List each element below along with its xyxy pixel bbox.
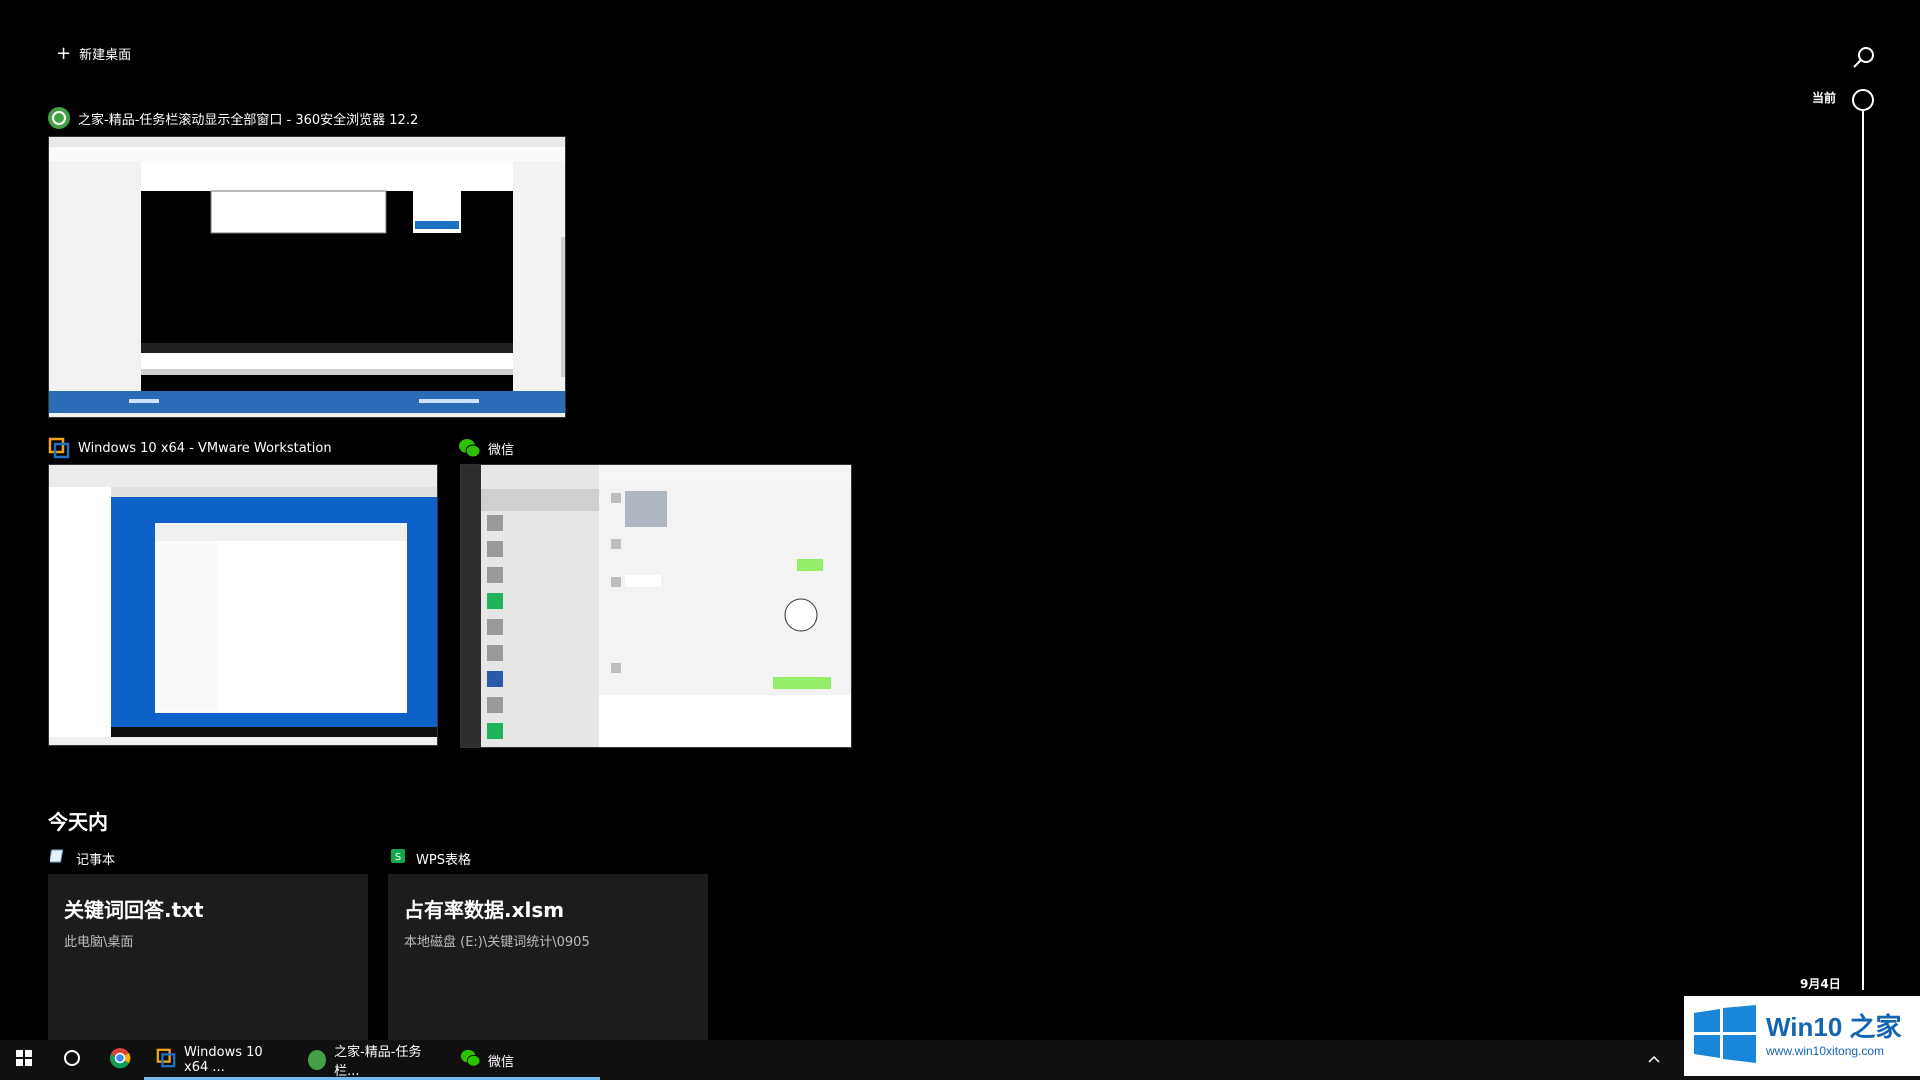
activity-app-label: 记事本 [76, 852, 116, 868]
taskbar-app-label: 之家-精品-任务栏... [334, 1045, 422, 1079]
start-button[interactable] [0, 1040, 48, 1080]
activity-file-name: 关键词回答.txt [64, 898, 204, 922]
taskbar-app-browser[interactable]: 之家-精品-任务栏... [296, 1040, 448, 1080]
timeline-section-title: 今天内 [48, 810, 108, 834]
activity-file-path: 本地磁盘 (E:)\关键词统计\0905 [404, 935, 590, 950]
activity-card-wps[interactable]: 占有率数据.xlsm 本地磁盘 (E:)\关键词统计\0905 [388, 874, 708, 1040]
wps-spreadsheet-icon: S [390, 848, 406, 868]
window-title-bar: 微信 [458, 436, 514, 460]
browser-thumbnail[interactable] [48, 136, 566, 418]
activity-app-wps: S WPS表格 [390, 848, 471, 868]
windows-logo-icon [16, 1050, 32, 1070]
tray-overflow-button[interactable] [1638, 1040, 1670, 1080]
chevron-up-icon [1647, 1051, 1661, 1070]
watermark-logo: Win10 之家 www.win10xitong.com [1684, 996, 1920, 1076]
watermark-url: www.win10xitong.com [1766, 1044, 1885, 1058]
window-title: 之家-精品-任务栏滚动显示全部窗口 - 360安全浏览器 12.2 [78, 112, 419, 128]
window-vmware[interactable]: Windows 10 x64 - VMware Workstation [48, 436, 332, 460]
window-title: 微信 [488, 442, 515, 458]
chrome-icon [109, 1047, 131, 1073]
cortana-button[interactable] [48, 1040, 96, 1080]
taskbar-app-vmware[interactable]: Windows 10 x64 ... [144, 1040, 296, 1080]
timeline-track[interactable] [1862, 100, 1864, 990]
window-title: Windows 10 x64 - VMware Workstation [78, 440, 332, 456]
taskbar-app-wechat[interactable]: 微信 [448, 1040, 600, 1080]
wechat-icon [458, 437, 481, 459]
window-browser[interactable]: 之家-精品-任务栏滚动显示全部窗口 - 360安全浏览器 12.2 [48, 106, 418, 130]
taskbar-app-label: 微信 [488, 1054, 515, 1070]
plus-icon: + [56, 42, 72, 64]
timeline-current-label: 当前 [1812, 91, 1837, 105]
360-browser-icon [308, 1050, 327, 1070]
wechat-thumbnail[interactable] [460, 464, 852, 748]
360-browser-icon [48, 107, 70, 129]
activity-file-path: 此电脑\桌面 [64, 935, 134, 950]
timeline-handle[interactable] [1852, 89, 1874, 111]
activity-app-notepad: 记事本 [48, 848, 116, 868]
notepad-icon [48, 848, 66, 868]
window-title-bar: Windows 10 x64 - VMware Workstation [48, 436, 332, 460]
timeline-date-label[interactable]: 9月4日 [1800, 975, 1841, 992]
watermark-brand: Win10 之家 [1766, 1012, 1902, 1042]
windows-logo-icon [1694, 1005, 1756, 1067]
vmware-icon [156, 1048, 176, 1072]
taskbar-app-label: Windows 10 x64 ... [184, 1045, 263, 1075]
taskbar: Windows 10 x64 ... 之家-精品-任务栏... 微信 [0, 1040, 1920, 1080]
activity-file-name: 占有率数据.xlsm [404, 898, 565, 922]
activity-app-label: WPS表格 [416, 852, 471, 868]
svg-text:S: S [395, 852, 401, 863]
cortana-circle-icon [63, 1049, 81, 1071]
search-icon[interactable] [1850, 44, 1878, 72]
vmware-thumbnail[interactable] [48, 464, 438, 746]
wechat-icon [460, 1048, 481, 1072]
new-desktop-button[interactable]: + 新建桌面 [56, 44, 131, 63]
activity-card-notepad[interactable]: 关键词回答.txt 此电脑\桌面 [48, 874, 368, 1040]
new-desktop-label: 新建桌面 [79, 48, 132, 63]
chrome-taskbar-button[interactable] [96, 1040, 144, 1080]
vmware-icon [48, 437, 70, 459]
window-wechat[interactable]: 微信 [458, 436, 514, 460]
window-title-bar: 之家-精品-任务栏滚动显示全部窗口 - 360安全浏览器 12.2 [48, 106, 418, 130]
